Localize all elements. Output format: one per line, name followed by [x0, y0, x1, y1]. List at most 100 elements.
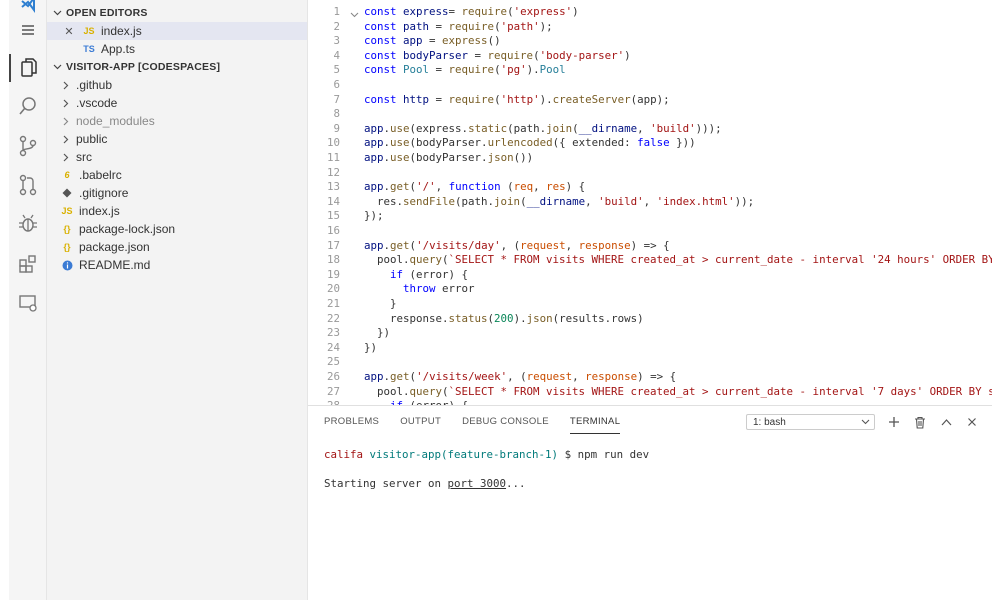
code-line: 11 app.use(bodyParser.json()) [308, 151, 992, 166]
code-token: res. [364, 194, 404, 208]
js-icon: JS [83, 26, 95, 36]
code-token: = [429, 92, 449, 106]
code-token: , [565, 238, 579, 252]
tab-problems[interactable]: PROBLEMS [324, 416, 379, 434]
code-token: app [364, 180, 384, 194]
code-text: const path = require('path'); [364, 20, 553, 35]
code-text: } [364, 297, 397, 312]
code-token: request [520, 238, 566, 252]
line-number: 16 [326, 224, 340, 237]
trash-icon[interactable] [911, 413, 929, 431]
file-item[interactable]: {} package-lock.json [47, 220, 307, 238]
code-text: const app = express() [364, 34, 501, 49]
new-terminal-icon[interactable] [885, 413, 903, 431]
code-token: (path. [507, 121, 547, 135]
file-item[interactable]: README.md [47, 256, 307, 274]
code-token: ( [500, 180, 514, 194]
code-token: use [390, 121, 410, 135]
json-icon: {} [63, 242, 71, 252]
tab-terminal[interactable]: TERMINAL [569, 416, 621, 434]
folder-item[interactable]: .github [47, 76, 307, 94]
panel-tabs: PROBLEMS OUTPUT DEBUG CONSOLE TERMINAL [324, 416, 641, 434]
code-text: app.use(express.static(path.join(__dirna… [364, 122, 722, 137]
maximize-panel-icon[interactable] [937, 413, 955, 431]
terminal-output-prefix: Starting server on [324, 477, 448, 491]
explorer-icon[interactable] [9, 54, 47, 82]
code-text: }) [364, 326, 390, 341]
tab-debug-console[interactable]: DEBUG CONSOLE [462, 416, 549, 434]
file-item[interactable]: JS index.js [47, 202, 307, 220]
code-token: = [422, 34, 443, 48]
file-item[interactable]: {} package.json [47, 238, 307, 256]
folder-name: .vscode [76, 96, 118, 110]
extensions-icon[interactable] [9, 250, 47, 278]
line-number: 7 [333, 92, 340, 106]
open-editors-header[interactable]: OPEN EDITORS [47, 4, 307, 22]
code-text: app.use(bodyParser.urlencoded({ extended… [364, 136, 696, 151]
source-control-icon[interactable] [9, 132, 47, 160]
line-number: 9 [333, 121, 340, 135]
chevron-right-icon [61, 117, 71, 126]
folder-item[interactable]: node_modules [47, 112, 307, 130]
open-editors-title: OPEN EDITORS [66, 7, 148, 19]
code-token: `SELECT * FROM visits WHERE created_at >… [448, 384, 992, 398]
menu-icon[interactable] [9, 16, 47, 44]
close-icon[interactable]: ✕ [61, 25, 77, 38]
tab-output[interactable]: OUTPUT [400, 416, 441, 434]
line-number: 6 [333, 78, 340, 91]
code-text: app.get('/', function (req, res) { [364, 180, 585, 195]
code-token: , [585, 194, 599, 208]
json-icon: {} [63, 224, 71, 234]
code-text: app.get('/visits/day', (request, respons… [364, 239, 670, 254]
chevron-right-icon [61, 135, 71, 144]
terminal-select[interactable]: 1: bash [746, 414, 875, 430]
code-token: ({ extended: [552, 136, 638, 150]
code-token: if [390, 267, 404, 281]
debug-icon[interactable] [9, 210, 47, 238]
workspace-header[interactable]: VISITOR-APP [CODESPACES] [47, 58, 307, 76]
code-token: , ( [500, 238, 521, 252]
terminal-user: califa [324, 448, 364, 461]
code-token: ))); [695, 121, 722, 135]
code-token: ). [513, 311, 527, 325]
babel-icon: 6 [64, 170, 70, 180]
workspace-title: VISITOR-APP [CODESPACES] [66, 61, 221, 73]
code-text: throw error [364, 282, 475, 297]
code-token: ); [539, 19, 553, 33]
search-icon[interactable] [9, 92, 47, 120]
pull-requests-icon[interactable] [9, 171, 47, 199]
code-token: static [468, 121, 508, 135]
code-editor[interactable]: 1 const express= require('express') 2 const… [308, 0, 992, 405]
open-editor-item[interactable]: TS App.ts [47, 40, 307, 58]
code-token: 'http' [500, 92, 540, 106]
folder-item[interactable]: .vscode [47, 94, 307, 112]
close-panel-icon[interactable] [963, 413, 981, 431]
terminal-output[interactable]: califa visitor-app(feature-branch-1) $ n… [324, 448, 649, 492]
terminal-port-link[interactable]: port 3000 [448, 477, 507, 490]
folder-item[interactable]: public [47, 130, 307, 148]
code-token: req [513, 180, 534, 194]
code-text: app.get('/visits/week', (request, respon… [364, 370, 676, 385]
chevron-down-icon [51, 64, 63, 70]
code-text: const http = require('http').createServe… [364, 93, 670, 108]
terminal-branch: (feature-branch-1) [441, 448, 559, 461]
file-item[interactable]: .gitignore [47, 184, 307, 202]
code-text: pool.query(`SELECT * FROM visits WHERE c… [364, 385, 992, 400]
remote-explorer-icon[interactable] [9, 289, 47, 317]
file-item[interactable]: 6 .babelrc [47, 166, 307, 184]
activity-bar [9, 0, 47, 600]
folder-item[interactable]: src [47, 148, 307, 166]
bottom-panel: PROBLEMS OUTPUT DEBUG CONSOLE TERMINAL 1… [308, 405, 992, 600]
code-token: json [526, 311, 553, 325]
code-line: 8 [308, 107, 992, 122]
code-token: }) [364, 340, 378, 354]
explorer-sidebar: OPEN EDITORS ✕ JS index.js TS App.ts VIS… [47, 0, 308, 600]
code-token: (bodyParser. [409, 151, 488, 164]
code-token: , [637, 121, 651, 135]
terminal-server-line: Starting server on port 3000... [324, 477, 526, 490]
line-number: 4 [333, 48, 340, 62]
code-token: 'path' [500, 19, 540, 33]
code-line: 6 [308, 78, 992, 93]
open-editor-item[interactable]: ✕ JS index.js [47, 22, 307, 40]
